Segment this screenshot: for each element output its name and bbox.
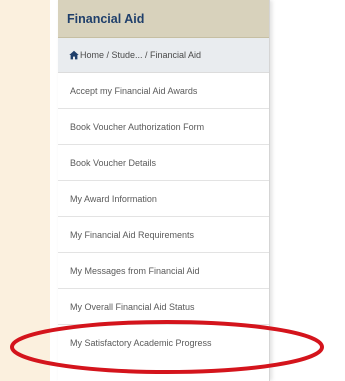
menu-item-award-information[interactable]: My Award Information <box>58 181 269 217</box>
menu-item-overall-status[interactable]: My Overall Financial Aid Status <box>58 289 269 325</box>
panel-title: Financial Aid <box>58 0 269 38</box>
background-strip <box>0 0 50 381</box>
financial-aid-panel: Financial Aid Home / Stude... / Financia… <box>58 0 270 381</box>
menu-item-book-voucher-details[interactable]: Book Voucher Details <box>58 145 269 181</box>
menu-item-academic-progress[interactable]: My Satisfactory Academic Progress <box>58 325 269 360</box>
menu-list: Accept my Financial Aid Awards Book Vouc… <box>58 73 269 360</box>
menu-item-messages[interactable]: My Messages from Financial Aid <box>58 253 269 289</box>
home-icon[interactable] <box>69 50 79 60</box>
breadcrumb-text[interactable]: Home / Stude... / Financial Aid <box>80 50 201 60</box>
breadcrumb[interactable]: Home / Stude... / Financial Aid <box>58 38 269 73</box>
menu-item-aid-requirements[interactable]: My Financial Aid Requirements <box>58 217 269 253</box>
menu-item-accept-awards[interactable]: Accept my Financial Aid Awards <box>58 73 269 109</box>
menu-item-book-voucher-form[interactable]: Book Voucher Authorization Form <box>58 109 269 145</box>
